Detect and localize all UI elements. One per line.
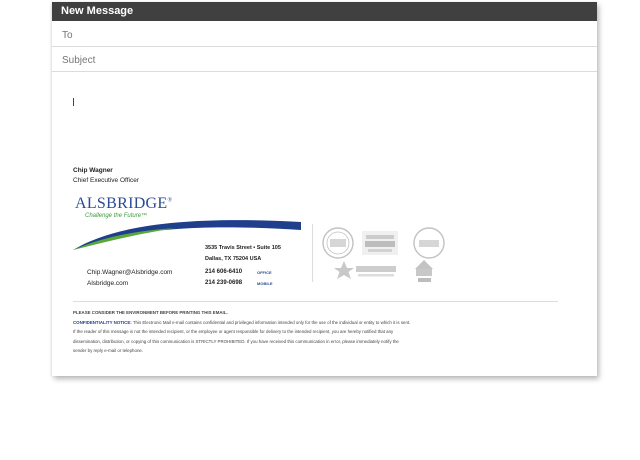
signature-divider [312,224,313,282]
website-link[interactable]: Alsbridge.com [87,280,128,287]
window-title: New Message [61,5,134,17]
office-phone: 214 606-6410 [205,269,243,275]
grace-badge-icon [415,260,433,282]
mobile-phone: 214 239-0698 [205,280,243,286]
address-line1: 3535 Travis Street • Suite 105 [205,245,281,251]
confidentiality-line3: dissemination, distribution, or copying … [73,338,399,344]
compose-window: New Message Chip Wagner Chief Executive … [52,2,597,376]
subject-input[interactable] [60,50,584,70]
best-places-badge-icon [413,227,445,259]
award-badges [322,227,445,282]
environment-notice: PLEASE CONSIDER THE ENVIRONMENT BEFORE P… [73,310,228,315]
signature-title: Chief Executive Officer [73,177,139,184]
logo-registered-mark: ® [167,197,173,204]
message-body[interactable]: Chip Wagner Chief Executive Officer ALSB… [52,72,597,376]
confidentiality-label: CONFIDENTIALITY NOTICE: [73,319,132,325]
confidentiality-text: This Electronic Mail e-mail contains con… [131,319,411,325]
email-link[interactable]: Chip.Wagner@Alsbridge.com [87,269,172,276]
confidentiality-line2: If the reader of this message is not the… [73,329,394,335]
mobile-phone-label: MOBILE [257,281,273,286]
alsbridge-logo: ALSBRIDGE® [75,195,172,213]
text-cursor [73,98,74,106]
compose-titlebar[interactable]: New Message [52,2,597,21]
confidentiality-notice: PLEASE CONSIDER THE ENVIRONMENT BEFORE P… [73,308,513,356]
address-line2: Dallas, TX 75204 USA [205,256,262,262]
notice-divider [73,301,558,302]
signature-name: Chip Wagner [73,167,113,174]
logo-text: ALSBRIDGE [75,195,168,212]
to-field[interactable] [52,22,597,47]
troops-first-badge-icon [334,261,396,279]
office-phone-label: OFFICE [257,270,272,275]
confidentiality-line1: CONFIDENTIALITY NOTICE: This Electronic … [73,318,513,328]
subject-field[interactable] [52,47,597,72]
worlds-best-badge-icon [362,231,398,255]
inc500-badge-icon [322,227,354,259]
to-input[interactable] [60,25,584,45]
confidentiality-line4: sender by reply e-mail or telephone. [73,348,144,354]
